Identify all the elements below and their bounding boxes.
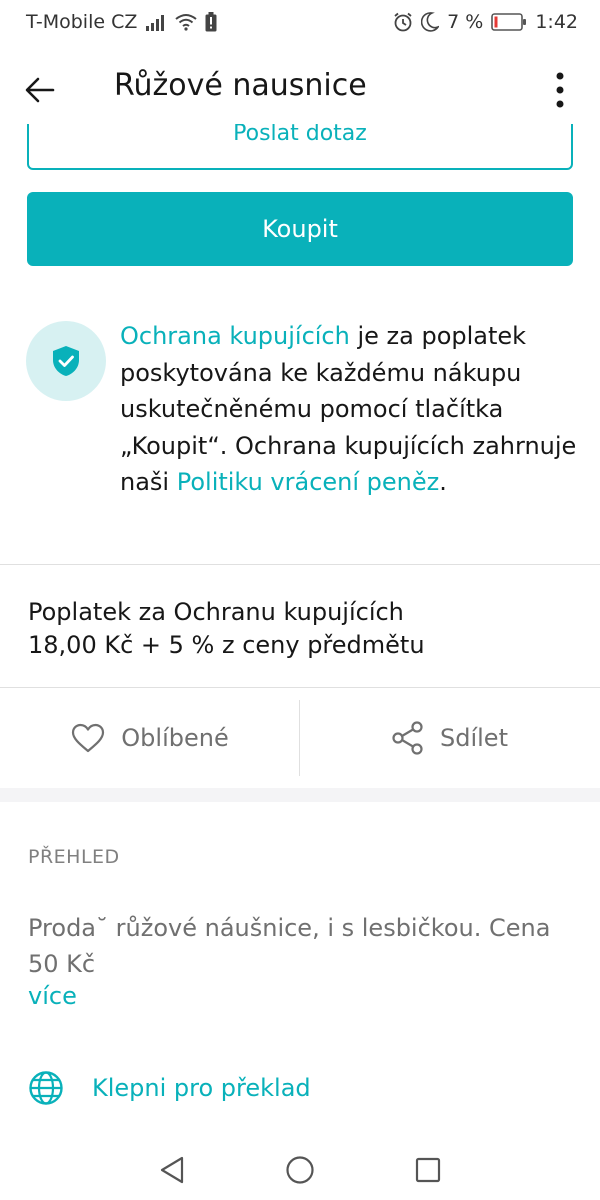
- status-left: T-Mobile CZ: [26, 11, 217, 33]
- shield-badge: [26, 321, 106, 401]
- heart-icon: [72, 723, 105, 753]
- translate-label: Klepni pro překlad: [92, 1074, 311, 1102]
- carrier-label: T-Mobile CZ: [26, 11, 138, 33]
- page-title: Růžové nausnice: [114, 68, 367, 103]
- battery-percent: 7 %: [447, 11, 484, 33]
- buyer-protection-link[interactable]: Ochrana kupujících: [120, 322, 350, 350]
- fee-title: Poplatek za Ochranu kupujících: [28, 598, 404, 626]
- favourite-button[interactable]: Oblíbené: [0, 700, 300, 776]
- globe-icon: [29, 1071, 63, 1105]
- clock: 1:42: [535, 11, 578, 33]
- status-bar: T-Mobile CZ 7 % 1:42: [0, 0, 600, 44]
- refund-policy-link[interactable]: Politiku vrácení peněz: [177, 468, 440, 496]
- divider: [0, 564, 600, 565]
- nav-home-button[interactable]: [280, 1150, 320, 1190]
- signal-icon: [145, 13, 167, 31]
- nav-home-icon: [286, 1156, 314, 1184]
- system-navigation-bar: [0, 1140, 600, 1200]
- share-label: Sdílet: [440, 724, 508, 752]
- favourite-label: Oblíbené: [121, 724, 229, 752]
- battery-icon: [491, 13, 527, 31]
- buyer-protection-end: .: [439, 468, 447, 496]
- wifi-icon: [175, 13, 197, 31]
- battery-alert-icon: [205, 12, 217, 32]
- app-bar: Růžové nausnice: [0, 52, 600, 124]
- more-options-button[interactable]: [540, 68, 580, 112]
- back-arrow-icon: [25, 77, 55, 103]
- more-vert-icon: [556, 72, 564, 108]
- shield-check-icon: [53, 346, 79, 376]
- section-separator: [0, 788, 600, 802]
- share-button[interactable]: Sdílet: [300, 700, 600, 776]
- status-right: 7 % 1:42: [393, 11, 578, 33]
- buyer-protection-text: Ochrana kupujících je za poplatek poskyt…: [120, 318, 580, 501]
- overview-heading: PŘEHLED: [28, 846, 120, 868]
- moon-icon: [421, 12, 440, 32]
- divider: [0, 687, 600, 688]
- nav-recents-icon: [415, 1157, 441, 1183]
- protection-fee: Poplatek za Ochranu kupujících 18,00 Kč …: [28, 596, 425, 662]
- translate-button[interactable]: Klepni pro překlad: [28, 1070, 311, 1106]
- share-icon: [392, 721, 423, 755]
- buy-button[interactable]: Koupit: [27, 192, 573, 266]
- fee-value: 18,00 Kč + 5 % z ceny předmětu: [28, 631, 425, 659]
- back-button[interactable]: [20, 70, 60, 110]
- item-description: Proda˘ růžové náušnice, i s lesbičkou. C…: [28, 914, 551, 978]
- item-actions: Oblíbené Sdílet: [0, 700, 600, 776]
- ask-seller-button[interactable]: Poslat dotaz: [27, 124, 573, 170]
- alarm-icon: [393, 12, 413, 32]
- nav-back-icon: [160, 1156, 184, 1184]
- more-link[interactable]: více: [28, 982, 77, 1010]
- action-separator: [299, 700, 300, 776]
- item-details-content[interactable]: Poslat dotaz Koupit Ochrana kupujících j…: [0, 124, 600, 1140]
- nav-back-button[interactable]: [152, 1150, 192, 1190]
- nav-recents-button[interactable]: [408, 1150, 448, 1190]
